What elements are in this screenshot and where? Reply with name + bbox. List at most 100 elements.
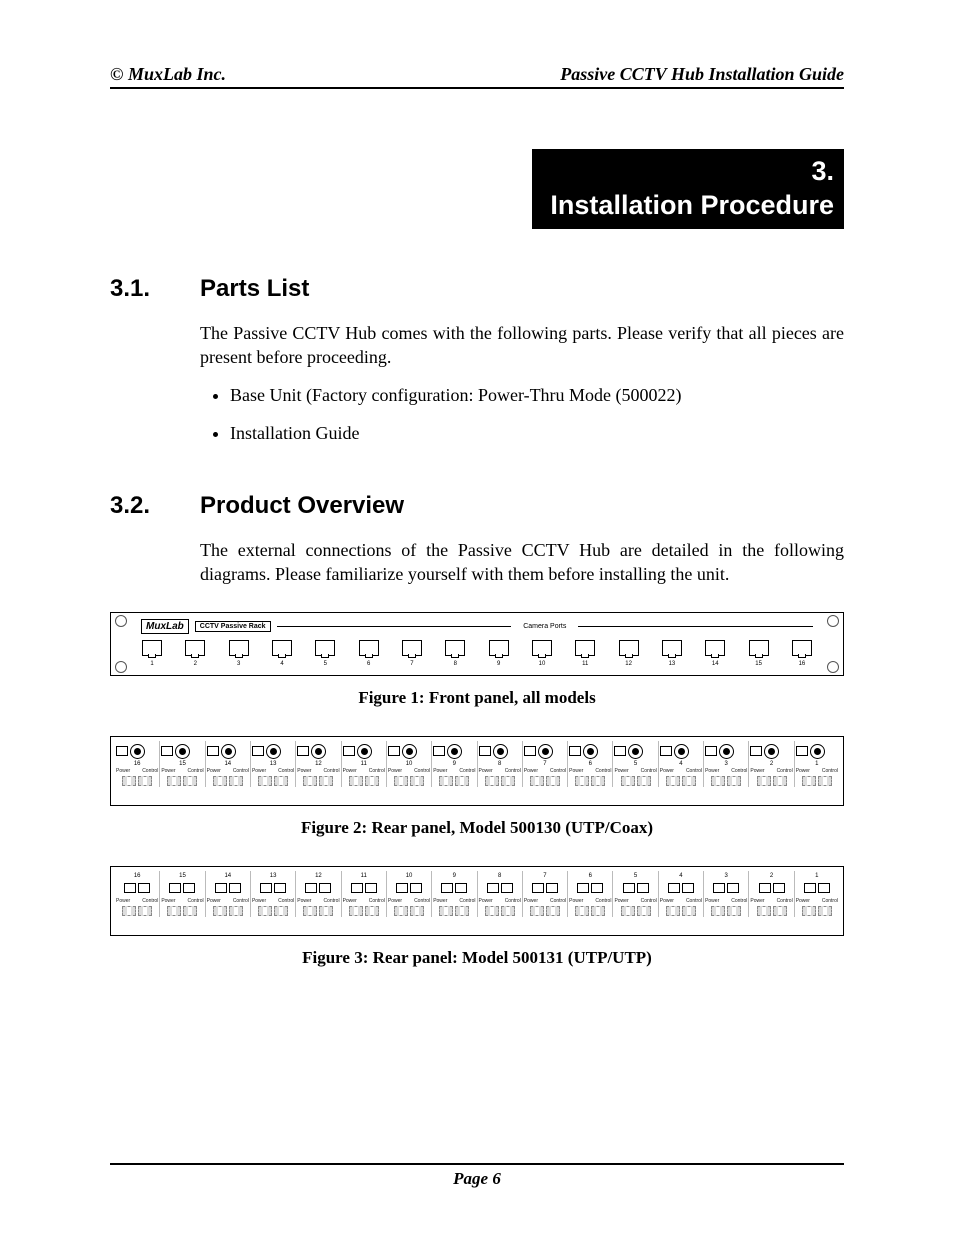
module-number-label: 13 — [252, 761, 294, 767]
rj45-port-14: 14 — [704, 640, 726, 667]
terminal-block-icon — [388, 906, 430, 916]
rj45-jack-icon — [445, 640, 465, 656]
module-number-label: 10 — [388, 761, 430, 767]
rj45-jack-icon — [524, 746, 536, 756]
rj45-jack-icon — [142, 640, 162, 656]
rj45-jack-icon — [315, 640, 335, 656]
section-number: 3.1. — [110, 275, 200, 303]
rear-module-15: 15PowerControl — [159, 741, 204, 787]
terminal-block-icon — [252, 776, 294, 786]
mount-hole-icon — [827, 661, 839, 673]
rj45-port-8: 8 — [444, 640, 466, 667]
rear-module-3: 3PowerControl — [703, 741, 748, 787]
rear-module-14: 14PowerControl — [205, 871, 250, 917]
rj45-jack-icon — [161, 746, 173, 756]
bnc-connector-icon — [402, 744, 417, 759]
port-number-label: 9 — [488, 661, 510, 667]
rj45-jack-icon — [637, 883, 649, 893]
rj45-jack-icon — [229, 883, 241, 893]
bnc-connector-icon — [357, 744, 372, 759]
terminal-block-icon — [705, 776, 747, 786]
rj45-jack-icon — [569, 746, 581, 756]
document-page: © MuxLab Inc. Passive CCTV Hub Installat… — [0, 0, 954, 1235]
port-number-label: 2 — [184, 661, 206, 667]
port-number-label: 3 — [228, 661, 250, 667]
rj45-jack-icon — [305, 883, 317, 893]
rj45-jack-icon — [297, 746, 309, 756]
port-number-label: 14 — [704, 661, 726, 667]
rj45-jack-icon — [441, 883, 453, 893]
chapter-number: 3. — [550, 155, 834, 189]
terminal-block-icon — [750, 906, 792, 916]
rj45-jack-icon — [591, 883, 603, 893]
parts-list-item: Base Unit (Factory configuration: Power-… — [230, 383, 844, 407]
rear-module-16: 16PowerControl — [115, 741, 159, 787]
rj45-jack-icon — [351, 883, 363, 893]
rear-module-13: 13PowerControl — [250, 871, 295, 917]
port-number-label: 13 — [661, 661, 683, 667]
rj45-port-16: 16 — [791, 640, 813, 667]
header-left: © MuxLab Inc. — [110, 64, 226, 85]
rear-module-3: 3PowerControl — [703, 871, 748, 917]
mount-hole-icon — [827, 615, 839, 627]
terminal-block-icon — [161, 776, 203, 786]
rj45-port-4: 4 — [271, 640, 293, 667]
bnc-connector-icon — [810, 744, 825, 759]
chapter-title-box: 3. Installation Procedure — [532, 149, 844, 229]
divider-line — [277, 626, 512, 627]
chapter-title: Installation Procedure — [550, 189, 834, 223]
header-rule — [110, 87, 844, 89]
rear-module-1: 1PowerControl — [794, 741, 839, 787]
terminal-block-icon — [343, 906, 385, 916]
rear-panel-modules-row: 16PowerControl15PowerControl14PowerContr… — [115, 871, 839, 917]
rear-module-10: 10PowerControl — [386, 871, 431, 917]
rj45-port-1: 1 — [141, 640, 163, 667]
module-number-label: 7 — [524, 761, 566, 767]
port-number-label: 15 — [748, 661, 770, 667]
rj45-jack-icon — [185, 640, 205, 656]
rj45-jack-icon — [365, 883, 377, 893]
port-number-label: 16 — [791, 661, 813, 667]
rj45-jack-icon — [359, 640, 379, 656]
terminal-block-icon — [569, 906, 611, 916]
section-heading-3-1: 3.1. Parts List — [110, 275, 844, 303]
rj45-port-9: 9 — [488, 640, 510, 667]
figure-1: MuxLab CCTV Passive Rack Camera Ports 12… — [110, 612, 844, 708]
bnc-connector-icon — [538, 744, 553, 759]
figure-3: 16PowerControl15PowerControl14PowerContr… — [110, 866, 844, 968]
terminal-block-icon — [433, 906, 475, 916]
figure-caption: Figure 3: Rear panel: Model 500131 (UTP/… — [110, 948, 844, 968]
rear-panel-utp-diagram: 16PowerControl15PowerControl14PowerContr… — [110, 866, 844, 936]
terminal-block-icon — [207, 776, 249, 786]
section-heading-3-2: 3.2. Product Overview — [110, 492, 844, 520]
module-number-label: 4 — [660, 761, 702, 767]
bnc-connector-icon — [266, 744, 281, 759]
rj45-jack-icon — [396, 883, 408, 893]
port-number-label: 4 — [271, 661, 293, 667]
section-3-2-body: The external connections of the Passive … — [200, 538, 844, 587]
rj45-jack-icon — [705, 746, 717, 756]
figure-2: 16PowerControl15PowerControl14PowerContr… — [110, 736, 844, 838]
rj45-port-3: 3 — [228, 640, 250, 667]
rear-module-6: 6PowerControl — [567, 741, 612, 787]
rj45-jack-icon — [124, 883, 136, 893]
rj45-jack-icon — [169, 883, 181, 893]
rj45-jack-icon — [668, 883, 680, 893]
module-number-label: 8 — [479, 761, 521, 767]
front-panel-diagram: MuxLab CCTV Passive Rack Camera Ports 12… — [110, 612, 844, 676]
figure-caption: Figure 2: Rear panel, Model 500130 (UTP/… — [110, 818, 844, 838]
terminal-block-icon — [660, 906, 702, 916]
rj45-port-12: 12 — [618, 640, 640, 667]
terminal-block-icon — [569, 776, 611, 786]
section-intro-text: The Passive CCTV Hub comes with the foll… — [200, 321, 844, 370]
module-number-label: 6 — [569, 761, 611, 767]
rear-module-10: 10PowerControl — [386, 741, 431, 787]
rj45-jack-icon — [546, 883, 558, 893]
module-number-label: 2 — [750, 761, 792, 767]
rj45-jack-icon — [272, 640, 292, 656]
rj45-port-11: 11 — [574, 640, 596, 667]
rj45-jack-icon — [623, 883, 635, 893]
rear-module-14: 14PowerControl — [205, 741, 250, 787]
port-number-label: 10 — [531, 661, 553, 667]
terminal-block-icon — [796, 776, 838, 786]
